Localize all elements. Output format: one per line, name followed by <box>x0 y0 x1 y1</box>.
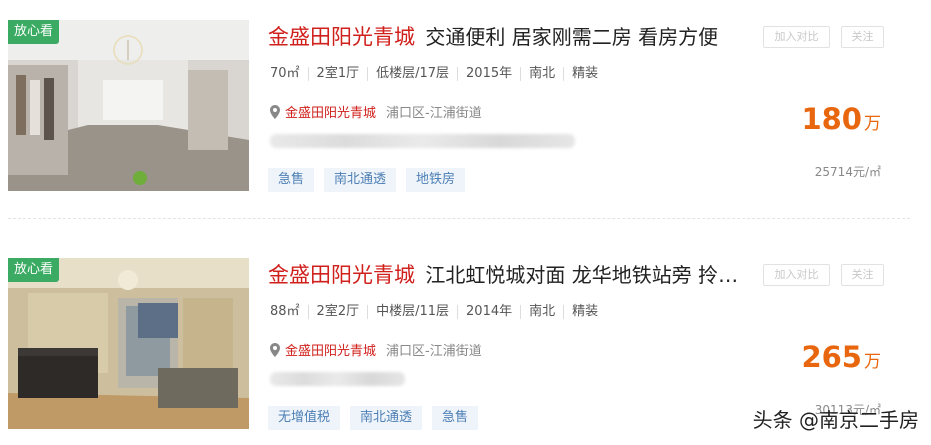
tag: 无增值税 <box>268 406 341 430</box>
tag: 急售 <box>268 168 315 192</box>
price-unit: 万 <box>864 352 881 372</box>
tag-list: 无增值税 南北通透 急售 <box>268 406 488 430</box>
location-district-link[interactable]: 浦口区-江浦街道 <box>386 106 482 121</box>
follow-button[interactable]: 关注 <box>841 26 884 48</box>
listing-card[interactable]: 放心看 金盛田阳光青城 交通便利 居家刚需二房 看房方便 加入对比 关注 70㎡… <box>0 8 931 193</box>
area: 88㎡ <box>270 304 300 319</box>
floor: 中楼层/11层 <box>367 305 457 319</box>
floor: 低楼层/17层 <box>367 67 457 81</box>
tag: 地铁房 <box>406 168 466 192</box>
price-value: 180 <box>801 102 862 136</box>
orientation: 南北 <box>520 67 563 81</box>
tag: 南北通透 <box>350 406 423 430</box>
location-district-link[interactable]: 浦口区-江浦街道 <box>386 344 482 359</box>
decoration: 精装 <box>563 67 606 81</box>
location-community-link[interactable]: 金盛田阳光青城 <box>285 344 376 359</box>
decoration: 精装 <box>563 305 606 319</box>
total-price: 180 万 <box>801 102 881 136</box>
trust-badge: 放心看 <box>8 20 60 44</box>
blurred-info <box>270 372 405 386</box>
price-unit: 万 <box>864 114 881 134</box>
listing-description[interactable]: 交通便利 居家刚需二房 看房方便 <box>425 25 718 49</box>
listing-divider <box>8 218 910 219</box>
map-pin-icon <box>270 105 280 119</box>
source-watermark: 头条 @南京二手房 <box>752 408 919 432</box>
tag: 南北通透 <box>324 168 397 192</box>
location-row: 金盛田阳光青城 浦口区-江浦街道 <box>270 102 482 121</box>
location-community-link[interactable]: 金盛田阳光青城 <box>285 106 376 121</box>
total-price: 265 万 <box>801 340 881 374</box>
attributes-row: 88㎡ 2室2厅 中楼层/11层 2014年 南北 精装 <box>268 304 606 319</box>
trust-badge: 放心看 <box>8 258 60 282</box>
listing-photo[interactable] <box>8 258 249 429</box>
area: 70㎡ <box>270 66 300 81</box>
attributes-row: 70㎡ 2室1厅 低楼层/17层 2015年 南北 精装 <box>268 66 606 81</box>
listing-title[interactable]: 金盛田阳光青城 交通便利 居家刚需二房 看房方便 <box>268 22 758 52</box>
add-compare-button[interactable]: 加入对比 <box>763 264 830 286</box>
follow-button[interactable]: 关注 <box>841 264 884 286</box>
build-year: 2015年 <box>457 67 520 81</box>
tag-list: 急售 南北通透 地铁房 <box>268 168 475 192</box>
community-name[interactable]: 金盛田阳光青城 <box>268 263 415 287</box>
map-pin-icon <box>270 343 280 357</box>
add-compare-button[interactable]: 加入对比 <box>763 26 830 48</box>
price-value: 265 <box>801 340 862 374</box>
community-name[interactable]: 金盛田阳光青城 <box>268 25 415 49</box>
layout: 2室1厅 <box>307 67 368 81</box>
blurred-info <box>270 134 575 148</box>
orientation: 南北 <box>520 305 563 319</box>
listing-photo[interactable] <box>8 20 249 191</box>
layout: 2室2厅 <box>307 305 368 319</box>
listing-title[interactable]: 金盛田阳光青城 江北虹悦城对面 龙华地铁站旁 拎… <box>268 260 758 290</box>
location-row: 金盛田阳光青城 浦口区-江浦街道 <box>270 340 482 359</box>
build-year: 2014年 <box>457 305 520 319</box>
unit-price: 25714元/㎡ <box>814 165 881 179</box>
listing-description[interactable]: 江北虹悦城对面 龙华地铁站旁 拎… <box>425 263 738 287</box>
tag: 急售 <box>432 406 479 430</box>
